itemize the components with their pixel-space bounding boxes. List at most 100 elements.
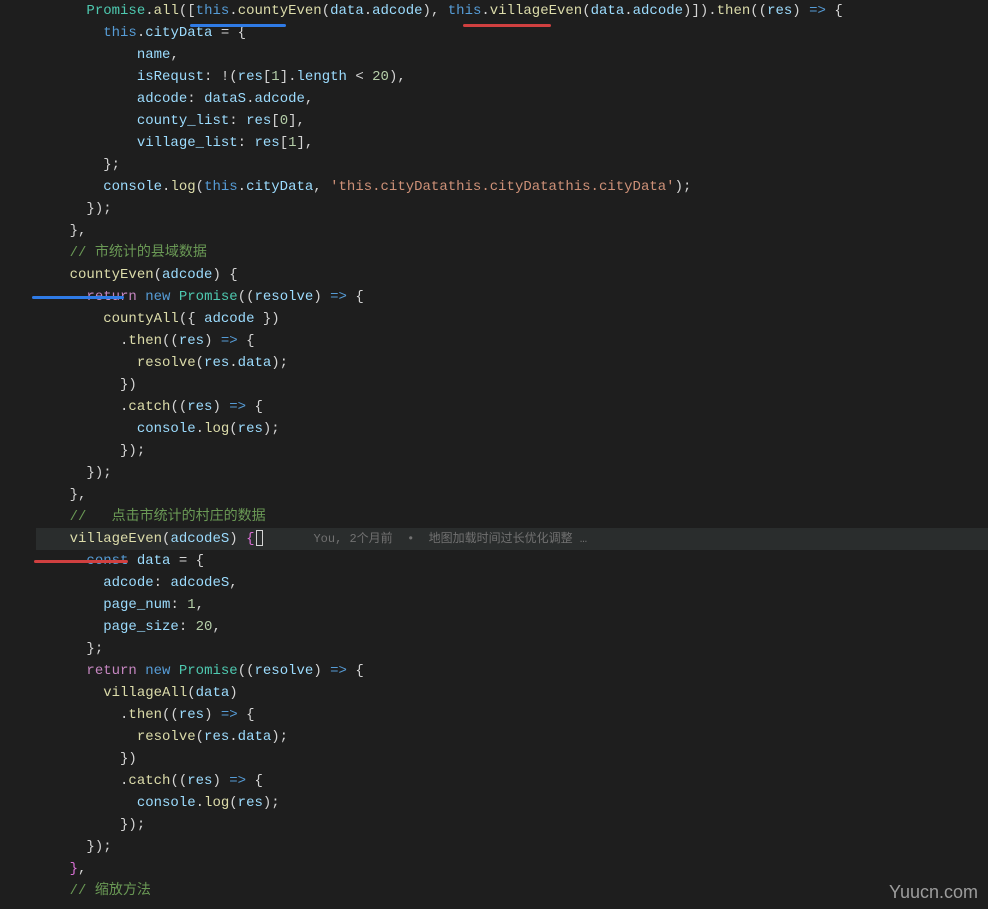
code-token: res — [246, 113, 271, 129]
code-token: ); — [271, 355, 288, 371]
code-line[interactable]: // 市统计的县域数据 — [36, 242, 988, 264]
code-line[interactable]: .then((res) => { — [36, 330, 988, 352]
code-token: }; — [86, 641, 103, 657]
code-token: ); — [263, 421, 280, 437]
code-token: )]). — [683, 3, 717, 19]
code-token: this — [204, 179, 238, 195]
code-token: log — [204, 795, 229, 811]
code-line[interactable]: console.log(this.cityData, 'this.cityDat… — [36, 176, 988, 198]
code-line[interactable]: adcode: dataS.adcode, — [36, 88, 988, 110]
code-token: => — [330, 663, 347, 679]
code-line[interactable]: return new Promise((resolve) => { — [36, 286, 988, 308]
code-token: , — [305, 91, 313, 107]
code-line[interactable]: return new Promise((resolve) => { — [36, 660, 988, 682]
code-line[interactable]: console.log(res); — [36, 792, 988, 814]
code-line[interactable]: }); — [36, 462, 988, 484]
code-token: ) — [229, 531, 246, 547]
code-line[interactable]: // 缩放方法 — [36, 880, 988, 902]
code-line[interactable]: console.log(res); — [36, 418, 988, 440]
code-token: ( — [154, 267, 162, 283]
code-token: { — [246, 773, 263, 789]
code-line[interactable]: }, — [36, 858, 988, 880]
code-token: res — [187, 773, 212, 789]
code-token: // 市统计的县域数据 — [70, 245, 207, 261]
code-token: ) { — [212, 267, 237, 283]
code-token: ), — [423, 3, 448, 19]
code-token: then — [128, 707, 162, 723]
code-token — [187, 619, 195, 635]
code-token: => — [330, 289, 347, 305]
code-token: data — [330, 3, 364, 19]
codelens-annotation[interactable]: You, 2个月前 • 地图加载时间过长优化调整 … — [313, 532, 587, 546]
code-token: ( — [196, 179, 204, 195]
code-token: villageEven — [70, 531, 162, 547]
code-line[interactable]: }); — [36, 198, 988, 220]
code-line[interactable]: }; — [36, 638, 988, 660]
code-token: . — [229, 729, 237, 745]
code-line[interactable]: countyEven(adcode) { — [36, 264, 988, 286]
code-token: { — [246, 399, 263, 415]
code-token: data — [196, 685, 230, 701]
code-token: ) — [212, 773, 229, 789]
code-token: ) — [313, 289, 330, 305]
code-token — [238, 113, 246, 129]
code-line[interactable]: .catch((res) => { — [36, 770, 988, 792]
code-token: { — [246, 531, 254, 547]
code-token: ); — [263, 795, 280, 811]
code-token: resolve — [137, 355, 196, 371]
code-line[interactable]: isRequst: !(res[1].length < 20), — [36, 66, 988, 88]
red-underline-annotation — [34, 560, 128, 563]
code-token: adcode — [103, 575, 153, 591]
code-token: . — [624, 3, 632, 19]
code-token: catch — [128, 773, 170, 789]
code-line[interactable]: page_num: 1, — [36, 594, 988, 616]
code-line[interactable]: }, — [36, 220, 988, 242]
code-token: adcode — [137, 91, 187, 107]
code-line[interactable]: }) — [36, 374, 988, 396]
code-line[interactable]: name, — [36, 44, 988, 66]
code-line[interactable]: villageAll(data) — [36, 682, 988, 704]
code-line[interactable]: villageEven(adcodeS) {You, 2个月前 • 地图加载时间… — [36, 528, 988, 550]
red-underline-annotation — [463, 24, 551, 27]
code-token: 1 — [271, 69, 279, 85]
code-line[interactable]: }, — [36, 484, 988, 506]
code-token: res — [179, 333, 204, 349]
code-line[interactable]: .catch((res) => { — [36, 396, 988, 418]
code-token: res — [254, 135, 279, 151]
code-line[interactable]: adcode: adcodeS, — [36, 572, 988, 594]
code-token: ( — [229, 421, 237, 437]
code-token: }) — [254, 311, 279, 327]
code-line[interactable]: }); — [36, 440, 988, 462]
code-token — [196, 91, 204, 107]
code-line[interactable]: }); — [36, 836, 988, 858]
code-line[interactable]: // 点击市统计的村庄的数据 — [36, 506, 988, 528]
code-token: ); — [271, 729, 288, 745]
code-token: = { — [212, 25, 246, 41]
code-line[interactable]: page_size: 20, — [36, 616, 988, 638]
code-token: , — [229, 575, 237, 591]
code-token: new — [145, 289, 170, 305]
code-token: }) — [120, 751, 137, 767]
code-editor[interactable]: Promise.all([this.countyEven(data.adcode… — [0, 0, 988, 902]
code-token: // 点击市统计的村庄的数据 — [70, 509, 266, 525]
code-token: }; — [103, 157, 120, 173]
code-line[interactable]: .then((res) => { — [36, 704, 988, 726]
code-line[interactable]: countyAll({ adcode }) — [36, 308, 988, 330]
code-token: !( — [212, 69, 237, 85]
code-token: }, — [70, 223, 87, 239]
code-token: { — [826, 3, 843, 19]
code-line[interactable]: }); — [36, 814, 988, 836]
code-line[interactable]: }; — [36, 154, 988, 176]
code-line[interactable]: resolve(res.data); — [36, 352, 988, 374]
code-token: catch — [128, 399, 170, 415]
code-line[interactable]: county_list: res[0], — [36, 110, 988, 132]
code-line[interactable]: village_list: res[1], — [36, 132, 988, 154]
code-token: 'this.cityDatathis.cityDatathis.cityData… — [330, 179, 674, 195]
code-token: Promise — [86, 3, 145, 19]
code-token: // 缩放方法 — [70, 883, 151, 899]
code-line[interactable]: const data = { — [36, 550, 988, 572]
code-token: adcode — [162, 267, 212, 283]
code-line[interactable]: Promise.all([this.countyEven(data.adcode… — [36, 0, 988, 22]
code-line[interactable]: resolve(res.data); — [36, 726, 988, 748]
code-line[interactable]: }) — [36, 748, 988, 770]
